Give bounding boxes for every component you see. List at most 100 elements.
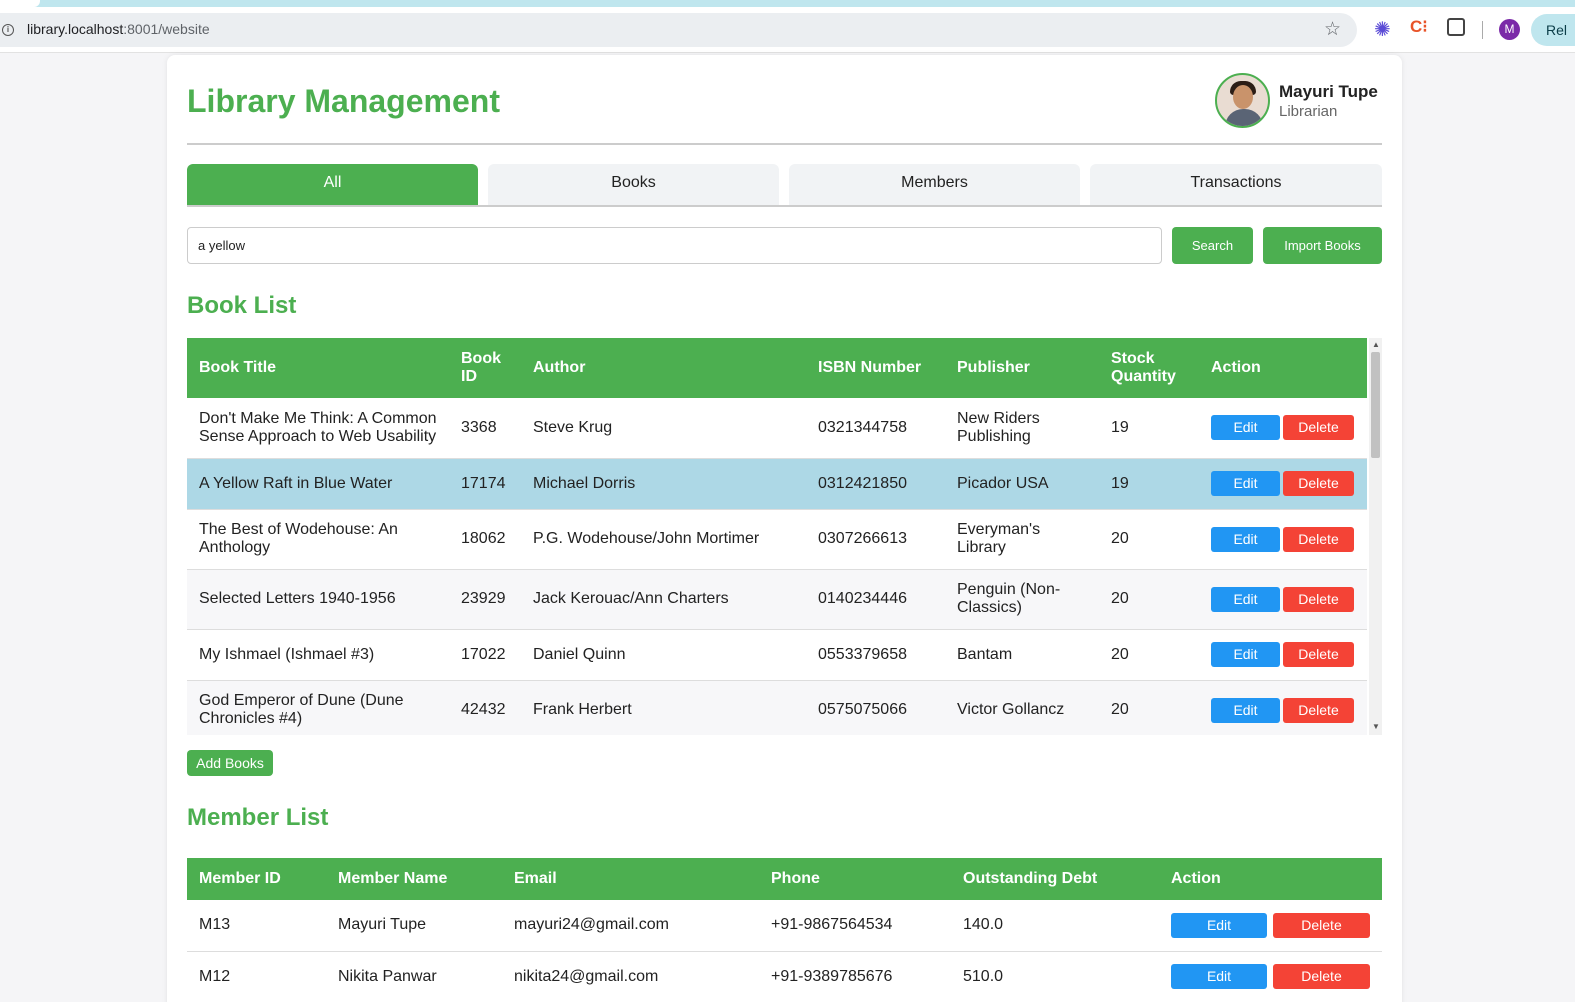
- site-info-icon[interactable]: i: [2, 24, 14, 36]
- col-isbn: ISBN Number: [806, 338, 945, 398]
- extension-icon[interactable]: ✺: [1374, 17, 1391, 42]
- extensions-puzzle-icon[interactable]: [1447, 18, 1465, 36]
- publisher-cell: Everyman's Library: [945, 509, 1099, 570]
- book-table-scroll[interactable]: Book Title Book ID Author ISBN Number Pu…: [187, 338, 1382, 735]
- stock-cell: 19: [1099, 458, 1199, 510]
- table-row[interactable]: My Ishmael (Ishmael #3) 17022 Daniel Qui…: [187, 629, 1367, 681]
- edit-button[interactable]: Edit: [1211, 642, 1280, 667]
- tab-books[interactable]: Books: [488, 164, 779, 205]
- edit-button[interactable]: Edit: [1211, 415, 1280, 441]
- delete-button[interactable]: Delete: [1283, 415, 1354, 441]
- edit-button[interactable]: Edit: [1211, 526, 1280, 552]
- book-table-scrollbar[interactable]: ▲ ▼: [1369, 338, 1382, 735]
- member-name-cell: Nikita Panwar: [326, 951, 502, 1002]
- phone-cell: +91-9389785676: [759, 951, 951, 1002]
- delete-button[interactable]: Delete: [1283, 697, 1354, 723]
- tab-bar: All Books Members Transactions: [187, 164, 1382, 207]
- delete-button[interactable]: Delete: [1283, 471, 1354, 496]
- import-books-button[interactable]: Import Books: [1263, 227, 1382, 264]
- edit-button[interactable]: Edit: [1211, 697, 1280, 723]
- col-phone: Phone: [759, 858, 951, 900]
- book-title-cell: The Best of Wodehouse: An Anthology: [187, 509, 449, 570]
- col-member-id: Member ID: [187, 858, 326, 900]
- debt-cell: 510.0: [951, 951, 1159, 1002]
- profile-avatar-icon[interactable]: M: [1499, 19, 1520, 40]
- book-title-cell: A Yellow Raft in Blue Water: [187, 458, 449, 510]
- author-cell: Michael Dorris: [521, 458, 806, 510]
- tab-all[interactable]: All: [187, 164, 478, 205]
- bookmark-star-icon[interactable]: ☆: [1324, 18, 1341, 41]
- publisher-cell: Bantam: [945, 629, 1099, 681]
- search-button[interactable]: Search: [1172, 227, 1253, 264]
- email-cell: mayuri24@gmail.com: [502, 900, 759, 952]
- edit-button[interactable]: Edit: [1171, 912, 1267, 938]
- header-divider: [187, 143, 1382, 145]
- book-list-title: Book List: [187, 292, 297, 319]
- search-input[interactable]: [187, 227, 1162, 264]
- table-row-highlighted[interactable]: A Yellow Raft in Blue Water 17174 Michae…: [187, 458, 1367, 510]
- table-row[interactable]: God Emperor of Dune (Dune Chronicles #4)…: [187, 680, 1367, 735]
- author-cell: Steve Krug: [521, 398, 806, 459]
- author-cell: Frank Herbert: [521, 680, 806, 735]
- action-cell: Edit Delete: [1199, 680, 1367, 735]
- scrollbar-thumb[interactable]: [1371, 352, 1380, 458]
- col-author: Author: [521, 338, 806, 398]
- member-id-cell: M13: [187, 900, 326, 952]
- edit-button[interactable]: Edit: [1211, 586, 1280, 612]
- browser-tab-strip: [0, 0, 1575, 7]
- isbn-cell: 0321344758: [806, 398, 945, 459]
- publisher-cell: New Riders Publishing: [945, 398, 1099, 459]
- isbn-cell: 0307266613: [806, 509, 945, 570]
- book-id-cell: 18062: [449, 509, 521, 570]
- tab-members[interactable]: Members: [789, 164, 1080, 205]
- col-stock: Stock Quantity: [1099, 338, 1199, 398]
- action-cell: Edit Delete: [1199, 629, 1367, 681]
- isbn-cell: 0553379658: [806, 629, 945, 681]
- isbn-cell: 0140234446: [806, 569, 945, 630]
- delete-button[interactable]: Delete: [1273, 912, 1370, 938]
- action-cell: Edit Delete: [1199, 398, 1367, 459]
- delete-button[interactable]: Delete: [1273, 964, 1370, 989]
- author-cell: Daniel Quinn: [521, 629, 806, 681]
- app-title: Library Management: [187, 83, 500, 119]
- author-cell: Jack Kerouac/Ann Charters: [521, 569, 806, 630]
- table-row[interactable]: M13 Mayuri Tupe mayuri24@gmail.com +91-9…: [187, 900, 1382, 952]
- publisher-cell: Picador USA: [945, 458, 1099, 510]
- col-publisher: Publisher: [945, 338, 1099, 398]
- table-row[interactable]: Selected Letters 1940-1956 23929 Jack Ke…: [187, 569, 1367, 630]
- browser-tab[interactable]: [0, 0, 40, 7]
- relaunch-button[interactable]: Rel: [1531, 14, 1575, 46]
- table-row[interactable]: M12 Nikita Panwar nikita24@gmail.com +91…: [187, 951, 1382, 1002]
- action-cell: Edit Delete: [1199, 458, 1367, 510]
- book-title-cell: Selected Letters 1940-1956: [187, 569, 449, 630]
- user-avatar[interactable]: [1215, 73, 1270, 128]
- edit-button[interactable]: Edit: [1211, 471, 1280, 496]
- book-id-cell: 17174: [449, 458, 521, 510]
- stock-cell: 20: [1099, 569, 1199, 630]
- delete-button[interactable]: Delete: [1283, 642, 1354, 667]
- book-id-cell: 17022: [449, 629, 521, 681]
- table-row[interactable]: Don't Make Me Think: A Common Sense Appr…: [187, 398, 1367, 459]
- scroll-down-icon[interactable]: ▼: [1372, 722, 1380, 731]
- stock-cell: 20: [1099, 509, 1199, 570]
- delete-button[interactable]: Delete: [1283, 526, 1354, 552]
- member-id-cell: M12: [187, 951, 326, 1002]
- delete-button[interactable]: Delete: [1283, 586, 1354, 612]
- url-text[interactable]: library.localhost:8001/website: [27, 21, 210, 37]
- stock-cell: 19: [1099, 398, 1199, 459]
- table-row[interactable]: The Best of Wodehouse: An Anthology 1806…: [187, 509, 1367, 570]
- book-table: Book Title Book ID Author ISBN Number Pu…: [187, 338, 1367, 735]
- tab-transactions[interactable]: Transactions: [1090, 164, 1382, 205]
- phone-cell: +91-9867564534: [759, 900, 951, 952]
- member-table: Member ID Member Name Email Phone Outsta…: [187, 858, 1382, 1002]
- scroll-up-icon[interactable]: ▲: [1372, 340, 1380, 349]
- extension-c-icon[interactable]: C⁝: [1410, 17, 1428, 37]
- col-email: Email: [502, 858, 759, 900]
- isbn-cell: 0575075066: [806, 680, 945, 735]
- action-cell: Edit Delete: [1199, 569, 1367, 630]
- add-books-button[interactable]: Add Books: [187, 750, 273, 776]
- action-cell: Edit Delete: [1159, 900, 1382, 952]
- publisher-cell: Victor Gollancz: [945, 680, 1099, 735]
- book-table-header: Book Title Book ID Author ISBN Number Pu…: [187, 338, 1367, 398]
- edit-button[interactable]: Edit: [1171, 964, 1267, 989]
